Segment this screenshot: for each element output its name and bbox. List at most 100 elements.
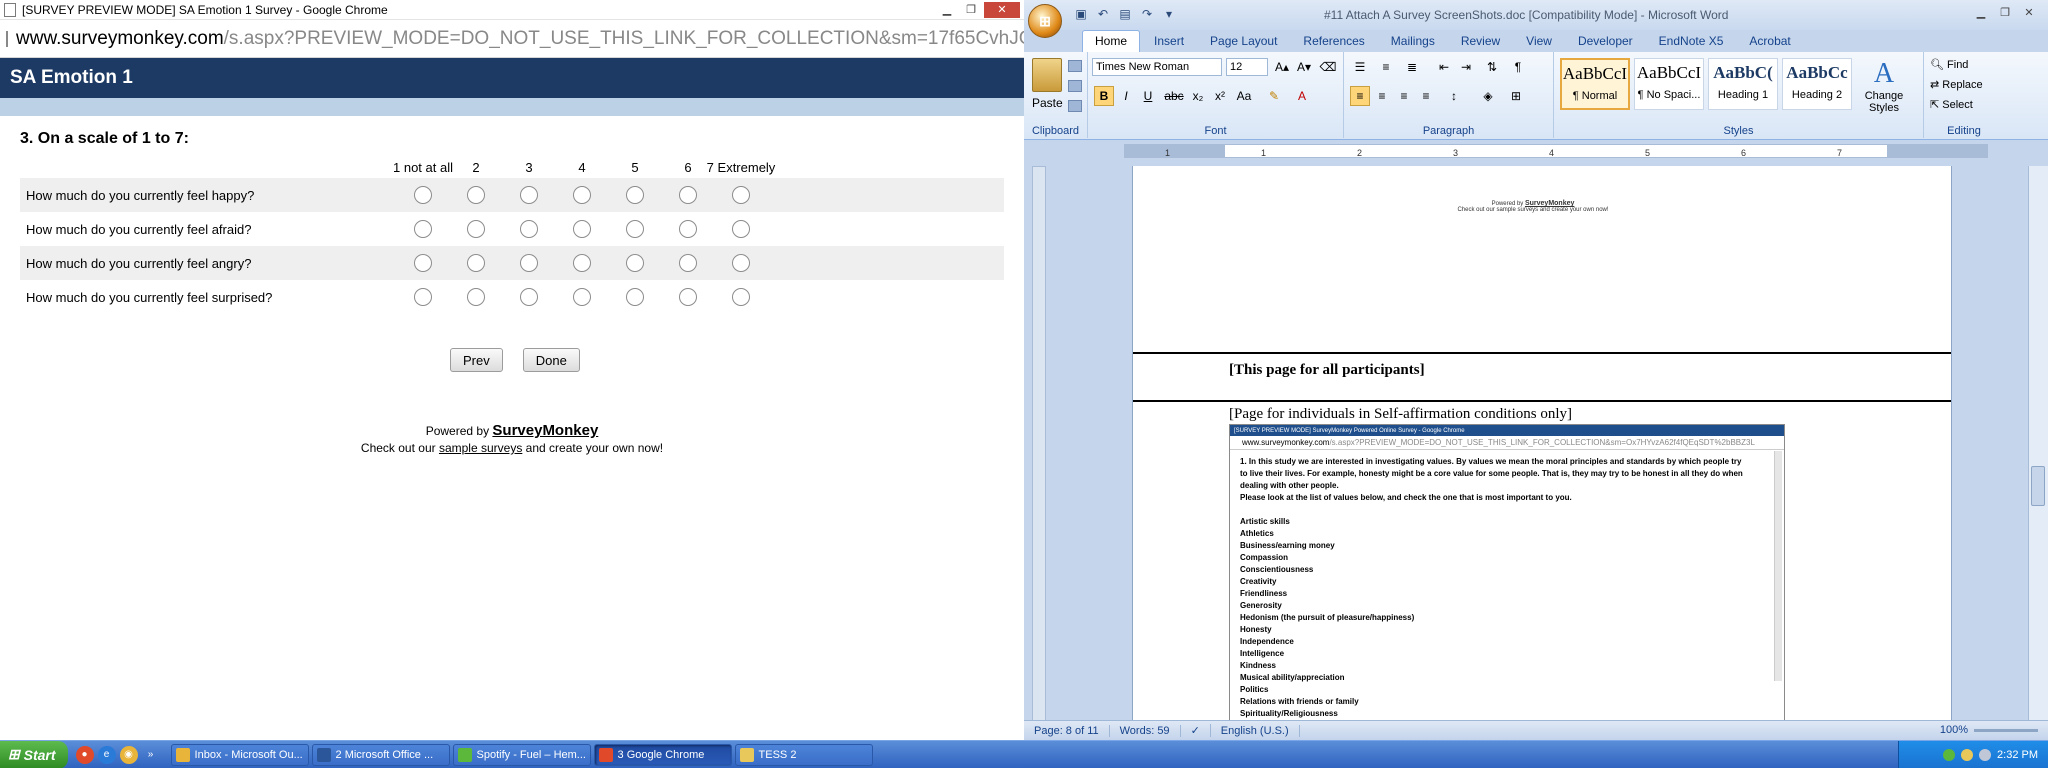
done-button[interactable]: Done <box>522 348 580 372</box>
rating-radio[interactable] <box>679 288 697 306</box>
increase-indent-icon[interactable]: ⇥ <box>1456 57 1476 77</box>
superscript-icon[interactable]: x² <box>1210 86 1230 106</box>
chrome-icon[interactable]: ● <box>75 745 94 764</box>
spotify-tray-icon[interactable] <box>1943 749 1956 761</box>
font-size-box[interactable]: 12 <box>1226 58 1268 76</box>
rating-radio[interactable] <box>626 288 644 306</box>
align-right-icon[interactable]: ≡ <box>1394 86 1414 106</box>
rating-radio[interactable] <box>573 254 591 272</box>
rating-radio[interactable] <box>520 220 538 238</box>
restore-icon[interactable]: ❐ <box>960 2 982 18</box>
start-button[interactable]: ⊞ Start <box>0 740 68 768</box>
tab-insert[interactable]: Insert <box>1142 31 1196 52</box>
clock[interactable]: 2:32 PM <box>1997 749 2038 761</box>
rating-radio[interactable] <box>414 254 432 272</box>
save-icon[interactable]: ▣ <box>1072 5 1090 23</box>
justify-icon[interactable]: ≡ <box>1416 86 1436 106</box>
highlight-icon[interactable]: ✎ <box>1264 86 1284 106</box>
font-name-box[interactable]: Times New Roman <box>1092 58 1222 76</box>
strikethrough-icon[interactable]: abc <box>1164 86 1184 106</box>
open-icon[interactable]: ▤ <box>1116 5 1134 23</box>
undo-icon[interactable]: ↶ <box>1094 5 1112 23</box>
vertical-scrollbar[interactable] <box>2028 166 2048 740</box>
rating-radio[interactable] <box>573 288 591 306</box>
word-count[interactable]: Words: 59 <box>1110 724 1181 737</box>
copy-icon[interactable] <box>1068 80 1082 92</box>
rating-radio[interactable] <box>732 254 750 272</box>
rating-radio[interactable] <box>414 186 432 204</box>
rating-radio[interactable] <box>414 220 432 238</box>
numbering-icon[interactable]: ≡ <box>1376 57 1396 77</box>
paste-icon[interactable] <box>1032 58 1062 92</box>
align-center-icon[interactable]: ≡ <box>1372 86 1392 106</box>
rating-radio[interactable] <box>414 288 432 306</box>
ie-icon[interactable]: e <box>97 745 116 764</box>
rating-radio[interactable] <box>679 186 697 204</box>
rating-radio[interactable] <box>732 288 750 306</box>
tab-review[interactable]: Review <box>1449 31 1512 52</box>
office-button[interactable]: ⊞ <box>1028 4 1062 38</box>
omnibox[interactable]: www.surveymonkey.com/s.aspx?PREVIEW_MODE… <box>0 20 1024 58</box>
taskbar-button[interactable]: Inbox - Microsoft Ou... <box>170 743 309 766</box>
rating-radio[interactable] <box>679 220 697 238</box>
page-count[interactable]: Page: 8 of 11 <box>1024 724 1110 737</box>
tab-references[interactable]: References <box>1291 31 1376 52</box>
horizontal-ruler[interactable]: 1 1 2 3 4 5 6 7 <box>1024 140 2048 162</box>
rating-radio[interactable] <box>520 186 538 204</box>
tab-page-layout[interactable]: Page Layout <box>1198 31 1289 52</box>
language[interactable]: English (U.S.) <box>1211 724 1300 737</box>
rating-radio[interactable] <box>679 254 697 272</box>
sort-icon[interactable]: ⇅ <box>1482 57 1502 77</box>
network-tray-icon[interactable] <box>1961 749 1974 761</box>
redo-icon[interactable]: ↷ <box>1138 5 1156 23</box>
zoom-slider[interactable] <box>1974 729 2038 732</box>
url-text[interactable]: www.surveymonkey.com/s.aspx?PREVIEW_MODE… <box>16 28 1024 50</box>
style-item[interactable]: AaBbCc Heading 2 <box>1782 58 1852 110</box>
minimize-icon[interactable]: ▁ <box>936 2 958 18</box>
align-left-icon[interactable]: ≡ <box>1350 86 1370 106</box>
rating-radio[interactable] <box>573 220 591 238</box>
zoom-level[interactable]: 100% <box>1940 724 1968 736</box>
restore-icon[interactable]: ❐ <box>1994 4 2016 20</box>
close-icon[interactable]: ✕ <box>2018 4 2040 20</box>
rating-radio[interactable] <box>732 220 750 238</box>
rating-radio[interactable] <box>626 254 644 272</box>
font-color-icon[interactable]: A <box>1292 86 1312 106</box>
change-case-icon[interactable]: Aa <box>1234 86 1254 106</box>
shrink-font-icon[interactable]: A▾ <box>1294 57 1314 77</box>
taskbar-button[interactable]: 3 Google Chrome <box>593 743 732 766</box>
rating-radio[interactable] <box>467 254 485 272</box>
volume-tray-icon[interactable] <box>1979 749 1992 761</box>
cut-icon[interactable] <box>1068 60 1082 72</box>
format-painter-icon[interactable] <box>1068 100 1082 112</box>
bold-icon[interactable]: B <box>1094 86 1114 106</box>
style-item[interactable]: AaBbCcI ¶ No Spaci... <box>1634 58 1704 110</box>
style-item[interactable]: AaBbCcI ¶ Normal <box>1560 58 1630 110</box>
show-marks-icon[interactable]: ¶ <box>1508 57 1528 77</box>
sample-surveys-link[interactable]: sample surveys <box>439 441 522 455</box>
rating-radio[interactable] <box>626 220 644 238</box>
bullets-icon[interactable]: ☰ <box>1350 57 1370 77</box>
decrease-indent-icon[interactable]: ⇤ <box>1434 57 1454 77</box>
proofing-icon[interactable]: ✓ <box>1181 724 1211 737</box>
taskbar-button[interactable]: 2 Microsoft Office ... <box>311 743 450 766</box>
rating-radio[interactable] <box>732 186 750 204</box>
rating-radio[interactable] <box>467 220 485 238</box>
more-chevron-icon[interactable]: » <box>142 746 160 764</box>
rating-radio[interactable] <box>520 288 538 306</box>
change-styles-button[interactable]: A Change Styles <box>1856 58 1912 114</box>
shading-icon[interactable]: ◈ <box>1478 86 1498 106</box>
taskbar-button[interactable]: TESS 2 <box>734 743 873 766</box>
borders-icon[interactable]: ⊞ <box>1506 86 1526 106</box>
grow-font-icon[interactable]: A▴ <box>1272 57 1292 77</box>
close-icon[interactable]: ✕ <box>984 1 1020 18</box>
minimize-icon[interactable]: ▁ <box>1970 4 1992 20</box>
customize-qat-icon[interactable]: ▾ <box>1160 5 1178 23</box>
rating-radio[interactable] <box>520 254 538 272</box>
tab-mailings[interactable]: Mailings <box>1379 31 1447 52</box>
style-item[interactable]: AaBbC(Heading 1 <box>1708 58 1778 110</box>
rating-radio[interactable] <box>467 186 485 204</box>
rating-radio[interactable] <box>573 186 591 204</box>
tab-home[interactable]: Home <box>1082 30 1141 52</box>
outlook-icon[interactable]: ◉ <box>119 745 138 764</box>
